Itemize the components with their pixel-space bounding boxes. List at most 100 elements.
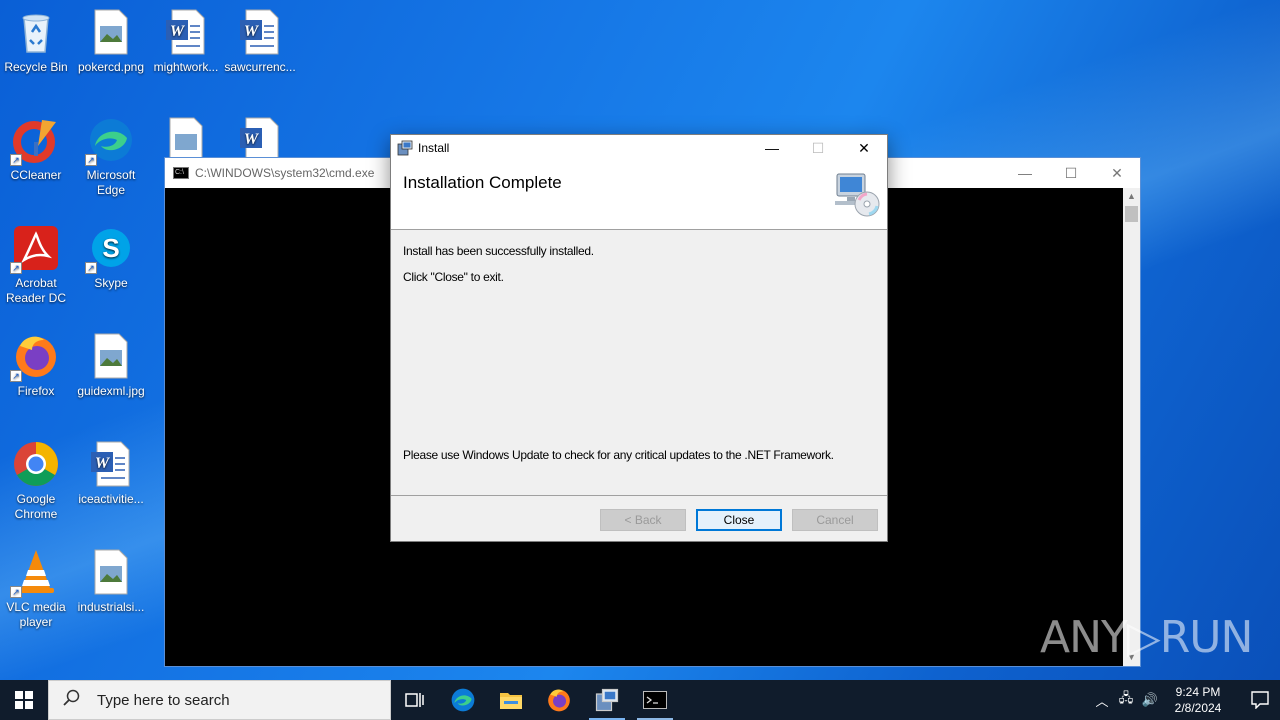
- success-message: Install has been successfully installed.: [403, 244, 594, 258]
- back-button[interactable]: < Back: [600, 509, 686, 531]
- svg-text:W: W: [244, 131, 260, 148]
- shortcut-arrow-icon: ↗: [10, 154, 22, 166]
- word-doc-icon: W: [87, 440, 135, 488]
- desktop-icon-label: Acrobat Reader DC: [5, 276, 67, 305]
- svg-text:W: W: [170, 23, 186, 40]
- desktop-icon-label: iceactivitie...: [78, 492, 144, 506]
- folder-icon: [500, 693, 522, 709]
- edge-icon: ↗: [85, 116, 135, 166]
- taskbar-search-box[interactable]: Type here to search: [48, 680, 391, 720]
- firefox-icon: [548, 689, 570, 712]
- desktop-icon-mightwork[interactable]: W mightwork...: [150, 8, 222, 75]
- desktop-icon-recycle-bin[interactable]: Recycle Bin: [0, 8, 72, 75]
- desktop-icon-skype[interactable]: S ↗ Skype: [75, 224, 147, 291]
- windows-logo-icon: [15, 691, 33, 709]
- task-view-button[interactable]: [391, 680, 439, 720]
- exit-instruction: Click "Close" to exit.: [403, 270, 504, 284]
- desktop-icon-label: Firefox: [17, 384, 55, 398]
- search-icon: [63, 689, 85, 711]
- desktop-icon-label: VLC media player: [6, 600, 66, 629]
- system-tray: ︿ 🖧 🔊 9:24 PM 2/8/2024: [1090, 680, 1280, 720]
- desktop-icon-label: Google Chrome: [14, 492, 58, 521]
- cancel-button[interactable]: Cancel: [792, 509, 878, 531]
- desktop-icon-guidexml[interactable]: guidexml.jpg: [75, 332, 147, 399]
- ccleaner-icon: ↗: [10, 116, 60, 166]
- scroll-up-icon[interactable]: ▲: [1123, 188, 1140, 205]
- taskbar-file-explorer[interactable]: [487, 680, 535, 720]
- chevron-up-icon[interactable]: ︿: [1090, 691, 1114, 710]
- desktop-icon-vlc[interactable]: ↗ VLC media player: [0, 548, 72, 630]
- desktop-icon-sawcurrenc[interactable]: W sawcurrenc...: [224, 8, 296, 75]
- desktop-icon-label: mightwork...: [153, 60, 219, 74]
- desktop-icon-label: guidexml.jpg: [77, 384, 145, 398]
- clock-date: 2/8/2024: [1174, 701, 1222, 715]
- desktop-icon-label: Microsoft Edge: [86, 168, 136, 197]
- dialog-maximize-button: ☐: [811, 139, 825, 156]
- recycle-bin-icon: [12, 8, 60, 56]
- dialog-title: Install: [418, 141, 450, 155]
- desktop-icon-acrobat[interactable]: ↗ Acrobat Reader DC: [0, 224, 72, 306]
- desktop-icon-label: Recycle Bin: [4, 60, 68, 74]
- acrobat-icon: ↗: [10, 224, 60, 274]
- edge-icon: [451, 688, 475, 712]
- dialog-close-button[interactable]: ✕: [841, 135, 887, 161]
- desktop-icon-iceactivities[interactable]: W iceactivitie...: [75, 440, 147, 507]
- search-placeholder: Type here to search: [97, 691, 230, 709]
- word-doc-icon: W: [162, 8, 210, 56]
- task-view-icon: [405, 693, 424, 707]
- cmd-icon: C:\: [173, 167, 189, 179]
- desktop-icon-label: sawcurrenc...: [224, 60, 296, 74]
- cmd-title: C:\WINDOWS\system32\cmd.exe: [195, 166, 375, 180]
- desktop-icon-chrome[interactable]: Google Chrome: [0, 440, 72, 522]
- cmd-maximize-button[interactable]: ☐: [1048, 158, 1094, 188]
- clock-time: 9:24 PM: [1175, 685, 1221, 699]
- close-button[interactable]: Close: [696, 509, 782, 531]
- shortcut-arrow-icon: ↗: [85, 262, 97, 274]
- desktop-icon-label: Skype: [94, 276, 128, 290]
- desktop-icon-ccleaner[interactable]: ↗ CCleaner: [0, 116, 72, 183]
- image-file-icon: [87, 332, 135, 380]
- taskbar-firefox[interactable]: [535, 680, 583, 720]
- desktop-icon-industrialsi[interactable]: industrialsi...: [75, 548, 147, 615]
- desktop-icon-edge[interactable]: ↗ Microsoft Edge: [75, 116, 147, 198]
- notification-icon: [1251, 691, 1269, 709]
- word-doc-icon: W: [236, 8, 284, 56]
- desktop-icon-pokercd[interactable]: pokercd.png: [75, 8, 147, 75]
- desktop-icon-firefox[interactable]: ↗ Firefox: [0, 332, 72, 399]
- scroll-thumb[interactable]: [1125, 206, 1138, 222]
- volume-icon[interactable]: 🔊: [1138, 692, 1162, 708]
- desktop-icon-label: CCleaner: [10, 168, 62, 182]
- desktop-icon-label: industrialsi...: [77, 600, 145, 614]
- shortcut-arrow-icon: ↗: [10, 370, 22, 382]
- vlc-icon: ↗: [10, 548, 60, 598]
- taskbar-edge[interactable]: [439, 680, 487, 720]
- dialog-heading: Installation Complete: [403, 173, 562, 192]
- cmd-scrollbar[interactable]: ▲ ▼: [1123, 188, 1140, 666]
- taskbar-cmd[interactable]: [631, 680, 679, 720]
- svg-text:S: S: [102, 233, 119, 263]
- image-file-icon: [87, 548, 135, 596]
- cmd-close-button[interactable]: ✕: [1094, 158, 1140, 188]
- windows-update-note: Please use Windows Update to check for a…: [403, 448, 834, 462]
- svg-text:W: W: [244, 23, 260, 40]
- dialog-header: Installation Complete: [391, 161, 887, 230]
- taskbar-installer[interactable]: [583, 680, 631, 720]
- desktop-icon-label: pokercd.png: [77, 60, 145, 74]
- chrome-icon: [12, 440, 60, 488]
- start-button[interactable]: [0, 680, 48, 720]
- network-icon[interactable]: 🖧: [1114, 689, 1138, 711]
- installer-icon: [595, 688, 619, 712]
- taskbar: Type here to search ︿ 🖧 🔊 9:24 PM 2/8/20…: [0, 680, 1280, 720]
- shortcut-arrow-icon: ↗: [85, 154, 97, 166]
- shortcut-arrow-icon: ↗: [10, 262, 22, 274]
- clock[interactable]: 9:24 PM 2/8/2024: [1170, 684, 1226, 716]
- terminal-icon: [643, 691, 667, 709]
- notification-center-button[interactable]: [1240, 680, 1280, 720]
- dialog-minimize-button[interactable]: —: [749, 135, 795, 161]
- install-dialog[interactable]: Install — ☐ ✕ Installation Complete Inst…: [390, 134, 888, 542]
- anyrun-watermark: ANY▷RUN: [1040, 612, 1253, 663]
- image-file-icon: [87, 8, 135, 56]
- installer-icon: [397, 140, 413, 156]
- cmd-minimize-button[interactable]: —: [1002, 158, 1048, 188]
- shortcut-arrow-icon: ↗: [10, 586, 22, 598]
